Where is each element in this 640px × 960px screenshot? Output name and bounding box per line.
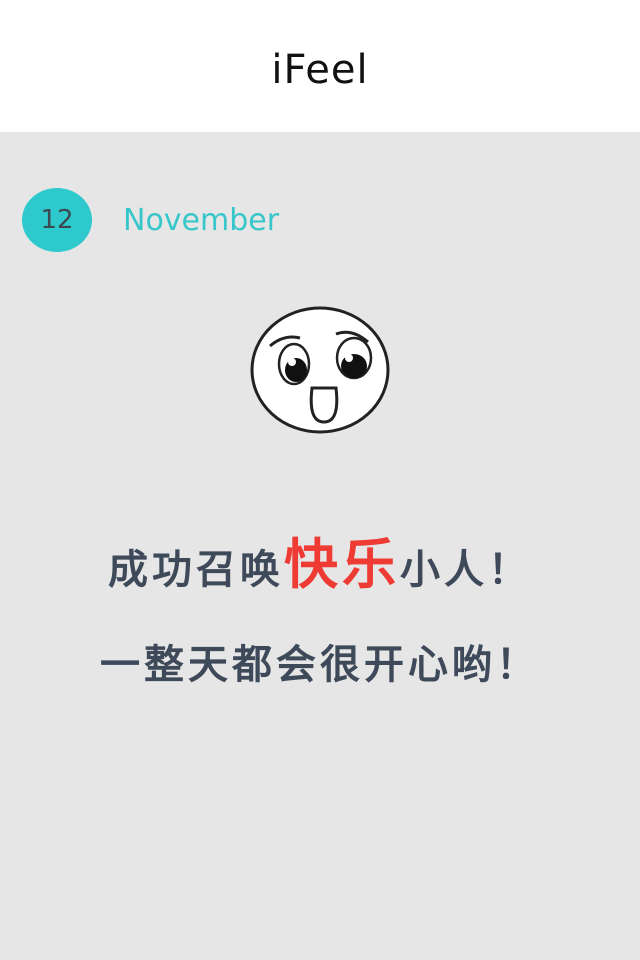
date-row: 12 November <box>22 188 279 252</box>
highlight-text: 快乐 <box>284 532 400 596</box>
month-label: November <box>123 202 280 238</box>
app-title: iFeel <box>271 47 369 93</box>
message-line-1: 成功召唤快乐小人！ <box>0 520 640 599</box>
happy-face-icon <box>248 304 396 438</box>
app-screen: iFeel 12 November 成功召唤快乐小人！ 一整天都会很开心哟！ <box>0 0 640 960</box>
top-bar: iFeel <box>0 0 640 132</box>
message-text: 小人！ <box>400 546 532 593</box>
message-text: 成功召唤 <box>108 546 284 593</box>
day-badge: 12 <box>22 188 92 252</box>
message-line-2: 一整天都会很开心哟！ <box>100 641 540 688</box>
